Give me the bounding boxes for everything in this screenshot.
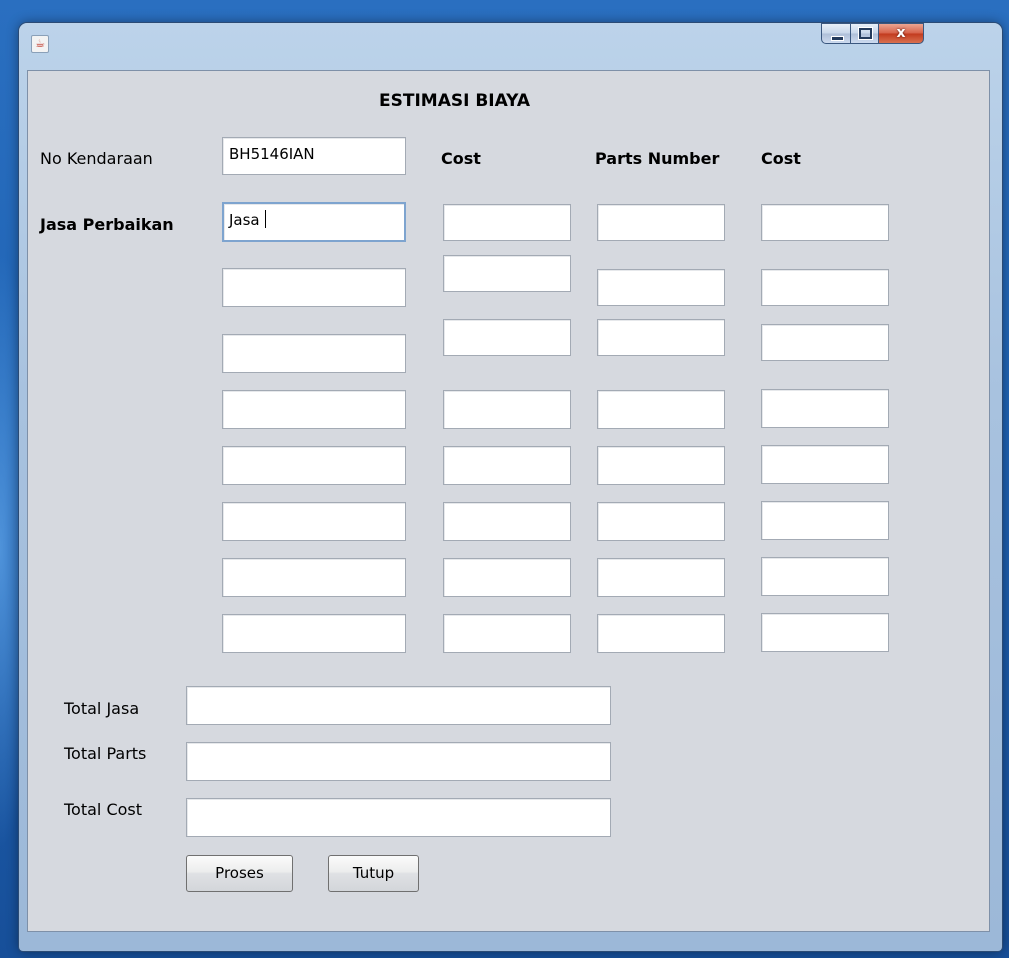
- parts-number-input-1[interactable]: [597, 204, 725, 241]
- cost-input-2[interactable]: [443, 255, 571, 292]
- cost-input-8[interactable]: [443, 614, 571, 653]
- part-cost-input-5[interactable]: [761, 445, 889, 484]
- total-jasa-label: Total Jasa: [64, 699, 140, 718]
- text-caret: [264, 210, 266, 228]
- parts-number-column-header: Parts Number: [595, 149, 720, 168]
- cost-input-4[interactable]: [443, 390, 571, 429]
- part-cost-input-3[interactable]: [761, 324, 889, 361]
- maximize-icon: [859, 28, 872, 39]
- part-cost-input-1[interactable]: [761, 204, 889, 241]
- parts-number-input-8[interactable]: [597, 614, 725, 653]
- title-bar[interactable]: ☕ x: [19, 23, 1002, 63]
- jasa-input-2[interactable]: [222, 268, 406, 307]
- cost-input-7[interactable]: [443, 558, 571, 597]
- parts-number-input-7[interactable]: [597, 558, 725, 597]
- minimize-button[interactable]: [821, 23, 851, 44]
- part-cost-column-header: Cost: [761, 149, 801, 168]
- parts-number-input-3[interactable]: [597, 319, 725, 356]
- close-icon: x: [896, 25, 906, 41]
- java-app-icon[interactable]: ☕: [31, 35, 49, 53]
- part-cost-input-2[interactable]: [761, 269, 889, 306]
- no-kendaraan-label: No Kendaraan: [40, 149, 153, 168]
- parts-number-input-4[interactable]: [597, 390, 725, 429]
- total-jasa-input[interactable]: [186, 686, 611, 725]
- jasa-input-1-text: Jasa: [229, 211, 260, 229]
- maximize-button[interactable]: [850, 23, 879, 44]
- parts-number-input-6[interactable]: [597, 502, 725, 541]
- parts-number-input-2[interactable]: [597, 269, 725, 306]
- no-kendaraan-input[interactable]: BH5146IAN: [222, 137, 406, 175]
- part-cost-input-8[interactable]: [761, 613, 889, 652]
- form-heading: ESTIMASI BIAYA: [379, 91, 530, 111]
- cost-input-3[interactable]: [443, 319, 571, 356]
- form-panel: ESTIMASI BIAYA No Kendaraan BH5146IAN Co…: [27, 70, 990, 932]
- jasa-input-7[interactable]: [222, 558, 406, 597]
- total-parts-label: Total Parts: [64, 744, 147, 763]
- jasa-input-4[interactable]: [222, 390, 406, 429]
- jasa-input-6[interactable]: [222, 502, 406, 541]
- tutup-button[interactable]: Tutup: [328, 855, 419, 892]
- jasa-input-1[interactable]: Jasa: [222, 202, 406, 242]
- jasa-input-3[interactable]: [222, 334, 406, 373]
- jasa-perbaikan-label: Jasa Perbaikan: [40, 215, 174, 234]
- cost-column-header: Cost: [441, 149, 481, 168]
- total-parts-input[interactable]: [186, 742, 611, 781]
- cost-input-1[interactable]: [443, 204, 571, 241]
- part-cost-input-6[interactable]: [761, 501, 889, 540]
- jasa-input-8[interactable]: [222, 614, 406, 653]
- close-button[interactable]: x: [878, 23, 924, 44]
- cost-input-6[interactable]: [443, 502, 571, 541]
- total-cost-label: Total Cost: [64, 800, 143, 819]
- parts-number-input-5[interactable]: [597, 446, 725, 485]
- proses-button[interactable]: Proses: [186, 855, 293, 892]
- cost-input-5[interactable]: [443, 446, 571, 485]
- total-cost-input[interactable]: [186, 798, 611, 837]
- part-cost-input-4[interactable]: [761, 389, 889, 428]
- part-cost-input-7[interactable]: [761, 557, 889, 596]
- app-window: ☕ x ESTIMASI BIAYA No Kendaraan BH5146IA…: [19, 23, 1002, 951]
- minimize-icon: [831, 36, 844, 41]
- jasa-input-5[interactable]: [222, 446, 406, 485]
